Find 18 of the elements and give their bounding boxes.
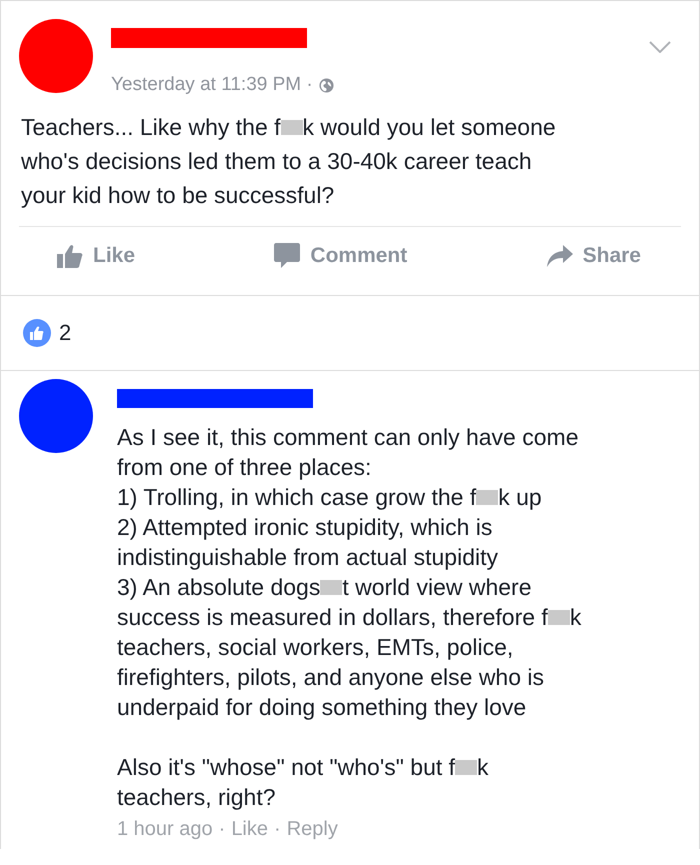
post-timestamp[interactable]: Yesterday at 11:39 PM · bbox=[111, 74, 313, 96]
like-count[interactable]: 2 bbox=[59, 320, 72, 346]
chevron-down-icon[interactable] bbox=[649, 41, 671, 53]
post-text: Teachers... Like why the f k would you let someone who's decisions led them to a 30-40k career teach your kid how to be successful? bbox=[20, 113, 557, 210]
share-arrow-icon bbox=[546, 245, 573, 267]
separator-dot: · bbox=[274, 818, 281, 841]
comment-action-link[interactable]: Reply bbox=[286, 818, 338, 841]
like-button[interactable]: Like bbox=[57, 239, 136, 273]
comment-button[interactable]: Comment bbox=[274, 239, 408, 273]
speech-bubble-icon bbox=[274, 243, 300, 269]
separator-dot: · bbox=[218, 818, 226, 841]
like-reaction-icon bbox=[23, 319, 51, 347]
thumbs-up-icon bbox=[57, 244, 83, 268]
comment-timestamp: 1 hour ago bbox=[117, 818, 213, 841]
comment-action-link[interactable]: Like bbox=[231, 818, 268, 841]
comment-text: As I see it, this comment can only have come from one of three places: 1) Trolling, in which case grow the f k up 2) Attempted ironic stupidity, which is indistinguishable from actual stupidity 3) An absolute dogs t world view where success is measured in dollars, therefore f k teachers, social workers, EMTs, police, firefighters, pilots, and anyone else who is underpaid for doing something they love Also it's "whose" not "who's" but f k teachers, right? bbox=[117, 423, 582, 812]
share-button[interactable]: Share bbox=[546, 239, 641, 273]
globe-icon bbox=[318, 78, 334, 92]
